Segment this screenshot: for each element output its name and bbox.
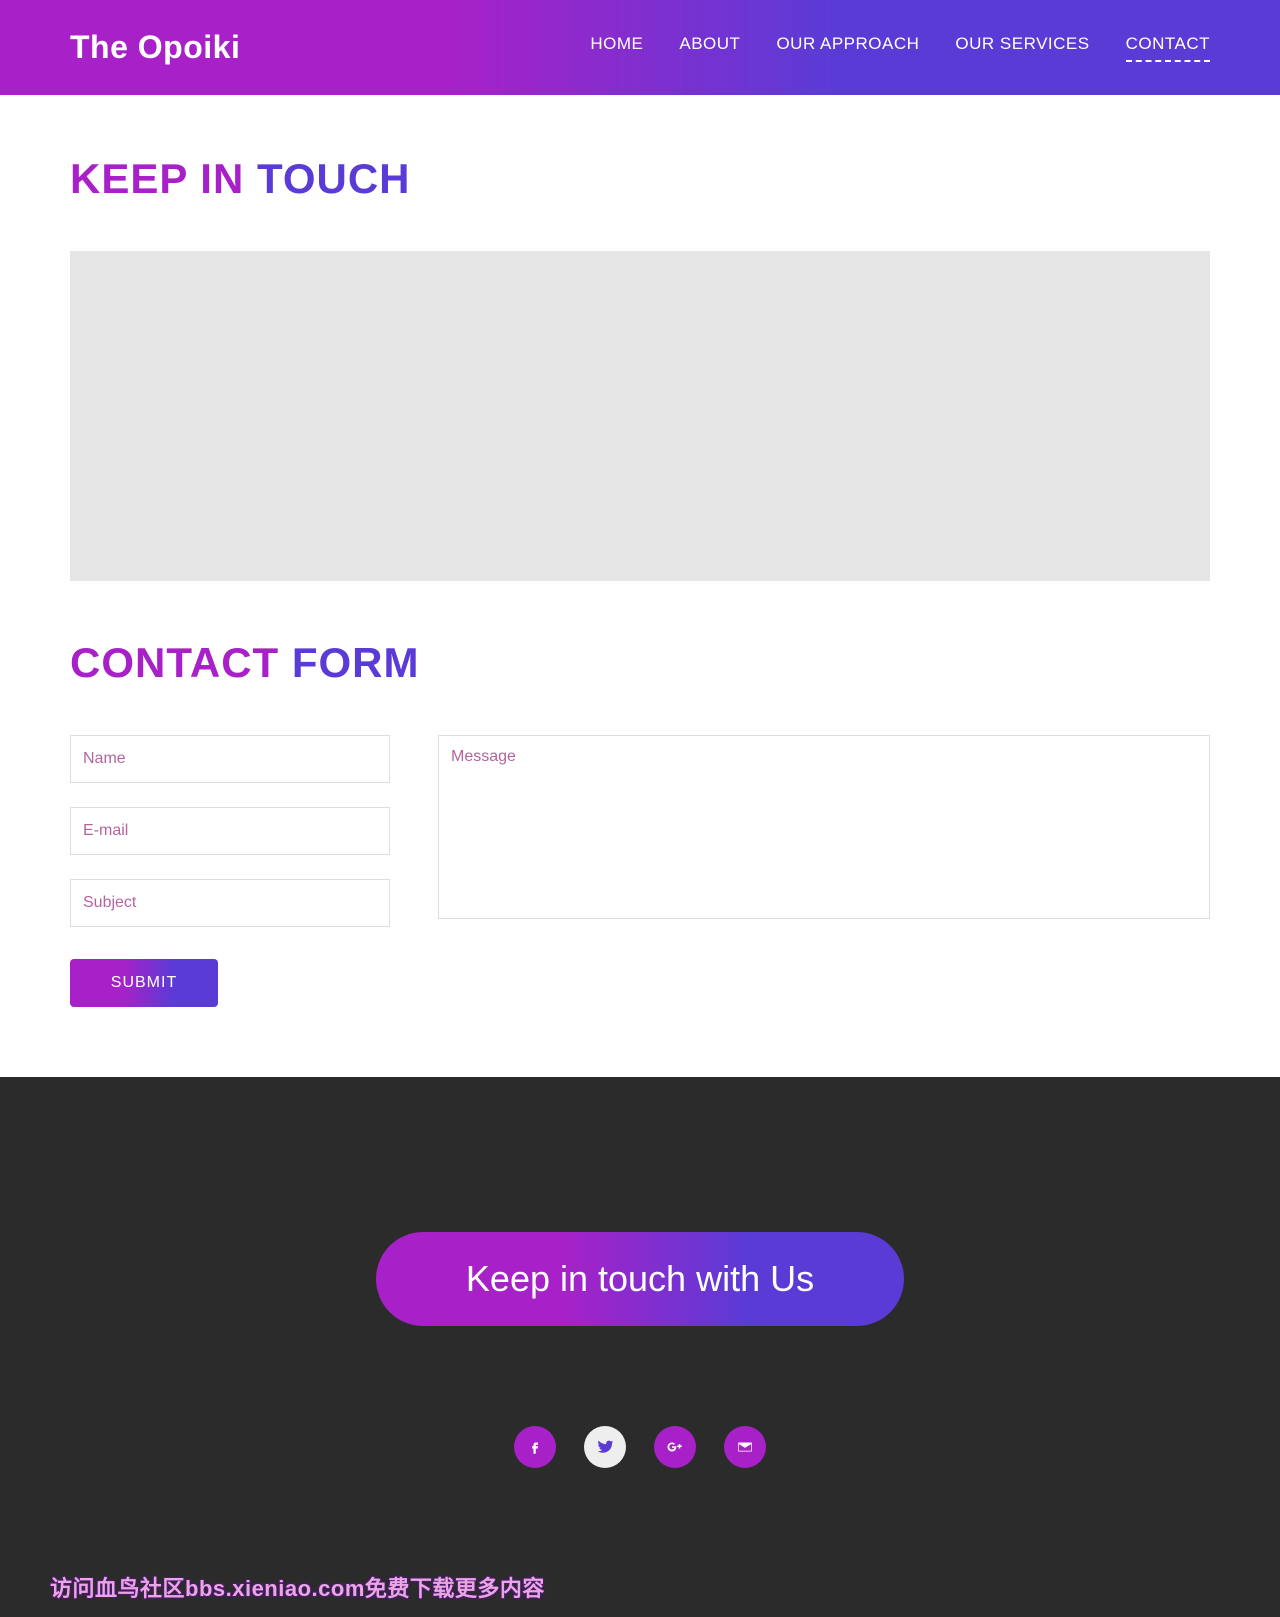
twitter-icon[interactable]	[584, 1426, 626, 1468]
nav-our-approach[interactable]: OUR APPROACH	[776, 34, 919, 62]
subject-field[interactable]	[70, 879, 390, 927]
nav-contact[interactable]: CONTACT	[1126, 34, 1210, 62]
nav-about[interactable]: ABOUT	[679, 34, 740, 62]
watermark-text: 访问血鸟社区bbs.xieniao.com免费下载更多内容	[50, 1571, 545, 1603]
cta-keep-in-touch[interactable]: Keep in touch with Us	[376, 1232, 904, 1326]
heading-contact-form: CONTACT FORM	[70, 639, 1210, 687]
form-left-column	[70, 735, 390, 927]
facebook-icon[interactable]	[514, 1426, 556, 1468]
primary-nav: HOME ABOUT OUR APPROACH OUR SERVICES CON…	[590, 34, 1210, 62]
site-logo[interactable]: The Opoiki	[70, 29, 240, 66]
site-header: The Opoiki HOME ABOUT OUR APPROACH OUR S…	[0, 0, 1280, 95]
heading-part1: KEEP IN	[70, 155, 257, 202]
heading-part1: CONTACT	[70, 639, 292, 686]
heading-part2: FORM	[292, 639, 420, 686]
submit-button[interactable]: SUBMIT	[70, 959, 218, 1007]
contact-form	[70, 735, 1210, 927]
heading-keep-in-touch: KEEP IN TOUCH	[70, 155, 1210, 203]
nav-our-services[interactable]: OUR SERVICES	[955, 34, 1089, 62]
heading-part2: TOUCH	[257, 155, 411, 202]
nav-home[interactable]: HOME	[590, 34, 643, 62]
googleplus-icon[interactable]	[654, 1426, 696, 1468]
name-field[interactable]	[70, 735, 390, 783]
social-links	[514, 1426, 766, 1468]
message-field[interactable]	[438, 735, 1210, 919]
footer-hero: Keep in touch with Us 访问血鸟社区bbs.xieniao.…	[0, 1077, 1280, 1617]
map-embed[interactable]	[70, 251, 1210, 581]
mail-icon[interactable]	[724, 1426, 766, 1468]
form-right-column	[438, 735, 1210, 924]
page-main: KEEP IN TOUCH CONTACT FORM SUBMIT	[0, 95, 1280, 1077]
email-field[interactable]	[70, 807, 390, 855]
